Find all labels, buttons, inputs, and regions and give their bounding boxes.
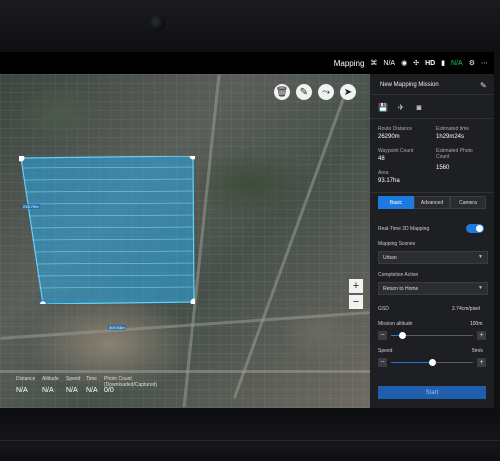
- vertex-handle[interactable]: [38, 299, 48, 305]
- mapping-scenes-label: Mapping Scenes: [378, 241, 416, 247]
- satellite-icon: ✣: [413, 60, 420, 67]
- completion-action-label: Completion Action: [378, 272, 419, 278]
- stat-value: N/A: [66, 387, 78, 394]
- mapping-scenes-value: Urban: [383, 255, 397, 261]
- estimated-time-value: 1h29m24s: [436, 134, 465, 140]
- gsd-label: GSD: [378, 306, 389, 312]
- screen: Mapping ⌘ N/A ◉ ✣ HD ▮ N/A ⚙ ⋯ 215.70m 3…: [0, 52, 494, 408]
- trash-icon[interactable]: 🗑: [274, 84, 290, 100]
- satellite-map[interactable]: 215.70m 309.54m 🗑 ✎ ⤳ ➤ + − Distance Alt…: [0, 74, 370, 408]
- divider: [370, 118, 494, 119]
- rc-signal-value: N/A: [383, 59, 396, 67]
- gps-icon: ◉: [401, 60, 408, 67]
- altitude-slider[interactable]: − +: [378, 331, 486, 341]
- waypoint-count-label: Waypoint Count: [378, 148, 414, 154]
- aircraft-icon[interactable]: ✈: [396, 102, 406, 112]
- altitude-decrease-button[interactable]: −: [378, 331, 387, 340]
- save-icon[interactable]: 💾: [378, 102, 388, 112]
- realtime-mapping-toggle[interactable]: [466, 224, 484, 233]
- mapping-area-polygon[interactable]: [19, 156, 195, 304]
- zoom-in-button[interactable]: +: [349, 279, 363, 293]
- panel-title: New Mapping Mission: [380, 82, 439, 88]
- speed-slider[interactable]: − +: [378, 358, 486, 368]
- estimated-photo-value: 1560: [436, 165, 450, 171]
- stat-value: N/A: [86, 387, 98, 394]
- hd-label: HD: [425, 59, 436, 67]
- area-label: Area: [378, 170, 389, 176]
- altitude-increase-button[interactable]: +: [477, 331, 486, 340]
- tab-advanced[interactable]: Advanced: [414, 196, 450, 209]
- caret-down-icon: ▼: [478, 254, 483, 260]
- settings-tabs: Basic Advanced Camera: [378, 196, 486, 209]
- area-value: 93.17ha: [378, 178, 400, 184]
- tab-camera[interactable]: Camera: [450, 196, 486, 209]
- mission-panel: New Mapping Mission ✎ 💾 ✈ ◙ Route Distan…: [370, 74, 494, 408]
- route-distance-label: Route Distance: [378, 126, 413, 132]
- speed-increase-button[interactable]: +: [477, 358, 486, 367]
- distance-label: 215.70m: [22, 204, 40, 209]
- realtime-mapping-label: Real-Time 2D Mapping: [378, 226, 430, 232]
- speed-decrease-button[interactable]: −: [378, 358, 387, 367]
- completion-action-select[interactable]: Return to Home ▼: [378, 282, 488, 295]
- slider-track: [391, 332, 473, 339]
- map-road: [0, 370, 370, 373]
- toggle-knob: [476, 225, 483, 232]
- caret-down-icon: ▼: [478, 285, 483, 291]
- more-icon[interactable]: ⋯: [481, 59, 488, 67]
- bezel-bottom: [0, 408, 500, 461]
- start-button[interactable]: Start: [378, 386, 486, 399]
- tab-basic[interactable]: Basic: [378, 196, 414, 209]
- bezel-edge: [0, 440, 500, 441]
- divider: [370, 94, 494, 95]
- speed-label: Speed: [378, 348, 393, 354]
- mode-label: Mapping: [333, 58, 365, 68]
- pen-tool-icon[interactable]: ✎: [296, 84, 312, 100]
- map-road: [232, 83, 351, 399]
- divider: [370, 192, 494, 193]
- battery-icon: ▮: [441, 60, 446, 67]
- waypoint-count-value: 48: [378, 156, 385, 162]
- slider-fill: [391, 362, 432, 363]
- completion-action-value: Return to Home: [383, 286, 419, 292]
- battery-value: N/A: [451, 59, 463, 67]
- stat-label: Time: [86, 376, 97, 382]
- speed-value: 5m/s: [472, 348, 483, 354]
- gsd-value: 2.74cm/pixel: [452, 306, 481, 312]
- status-bar: Mapping ⌘ N/A ◉ ✣ HD ▮ N/A ⚙ ⋯: [0, 52, 494, 74]
- estimated-photo-label: Estimated Photo Count: [436, 148, 473, 160]
- stat-value: 0/0: [104, 387, 114, 394]
- slider-thumb[interactable]: [398, 332, 406, 339]
- rc-signal-icon: ⌘: [370, 60, 378, 67]
- estimated-time-label: Estimated time: [436, 126, 470, 132]
- panel-toolbar: 💾 ✈ ◙: [378, 102, 432, 112]
- slider-thumb[interactable]: [428, 359, 436, 366]
- bezel-top: [0, 0, 500, 52]
- stat-label: Altitude: [42, 376, 59, 382]
- slider-track: [391, 359, 473, 366]
- settings-icon[interactable]: ⚙: [469, 59, 475, 67]
- mission-altitude-value: 100m: [470, 321, 483, 327]
- route-icon[interactable]: ⤳: [318, 84, 334, 100]
- edit-icon[interactable]: ✎: [480, 81, 487, 90]
- mapping-scenes-select[interactable]: Urban ▼: [378, 251, 488, 264]
- map-road: [0, 311, 370, 340]
- distance-label: 309.54m: [108, 325, 126, 330]
- zoom-out-button[interactable]: −: [349, 295, 363, 309]
- mission-altitude-label: Mission altitude: [378, 321, 413, 327]
- stat-label: Distance: [16, 376, 36, 382]
- route-distance-value: 26290m: [378, 134, 400, 140]
- stat-value: N/A: [42, 387, 54, 394]
- camera-icon: [149, 15, 165, 31]
- stat-value: N/A: [16, 387, 28, 394]
- navigation-icon[interactable]: ➤: [340, 84, 356, 100]
- camera-icon[interactable]: ◙: [414, 102, 424, 112]
- stat-label: Speed: [66, 376, 81, 382]
